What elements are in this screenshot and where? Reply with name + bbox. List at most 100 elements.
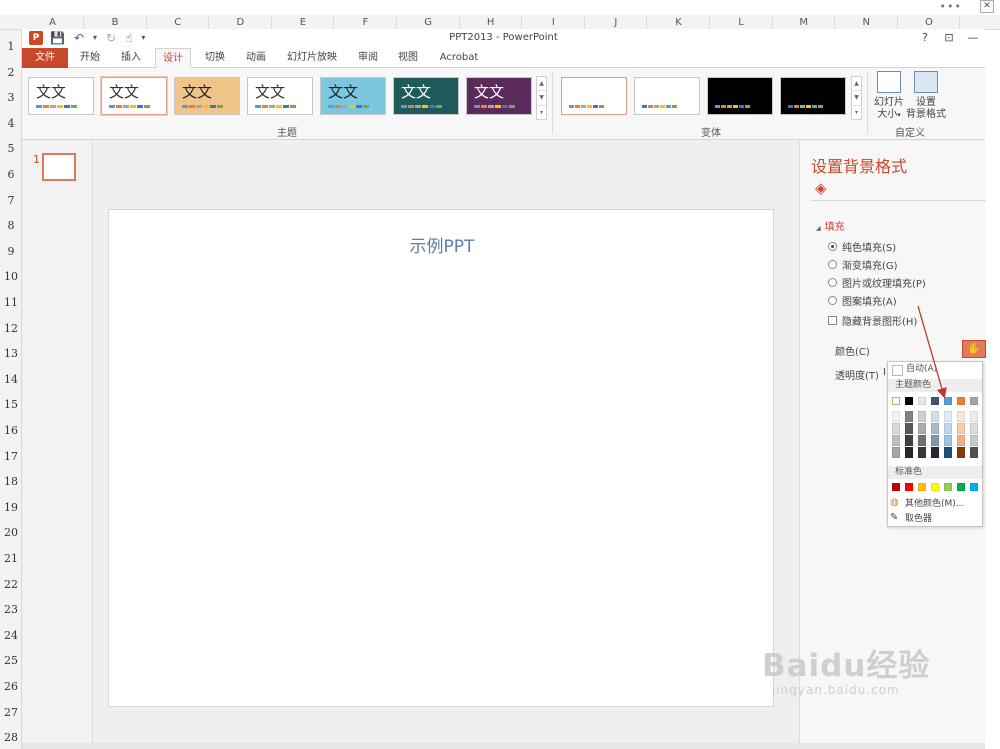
tab-design[interactable]: 设计 <box>155 48 191 69</box>
row-header[interactable]: 10 <box>0 270 22 283</box>
tab-file[interactable]: 文件 <box>22 48 68 68</box>
variant-thumbnail[interactable] <box>707 77 773 115</box>
theme-color-swatch[interactable] <box>905 397 913 405</box>
row-header[interactable]: 3 <box>0 91 22 104</box>
row-header[interactable]: 6 <box>0 168 22 181</box>
tab-home[interactable]: 开始 <box>74 48 106 68</box>
pattern-fill-option[interactable]: 图案填充(A) <box>828 293 897 308</box>
shade-swatch[interactable] <box>970 447 978 458</box>
color-picker-button[interactable]: ✋ <box>962 340 986 358</box>
fill-section-header[interactable]: ◢ 填充 <box>816 218 845 233</box>
standard-color-swatch[interactable] <box>918 483 926 491</box>
tab-slideshow[interactable]: 幻灯片放映 <box>281 48 343 68</box>
fill-bucket-icon[interactable]: ◈ <box>815 179 827 197</box>
row-header[interactable]: 7 <box>0 194 22 207</box>
shade-swatch[interactable] <box>931 411 939 422</box>
shade-swatch[interactable] <box>905 423 913 434</box>
theme-thumbnail[interactable]: 文文 <box>247 77 313 115</box>
shade-swatch[interactable] <box>957 411 965 422</box>
ribbon-display-options-icon[interactable]: ⊡ <box>937 30 961 46</box>
radio-gradient-fill[interactable] <box>828 260 837 269</box>
column-header[interactable]: L <box>711 16 773 30</box>
tab-acrobat[interactable]: Acrobat <box>434 48 484 68</box>
shade-swatch[interactable] <box>944 411 952 422</box>
column-header[interactable]: E <box>272 16 335 30</box>
hide-background-option[interactable]: 隐藏背景图形(H) <box>828 313 917 328</box>
help-icon[interactable]: ? <box>913 30 937 46</box>
theme-color-swatch[interactable] <box>957 397 965 405</box>
shade-swatch[interactable] <box>918 411 926 422</box>
solid-fill-option[interactable]: 纯色填充(S) <box>828 239 896 254</box>
eyedropper-option[interactable]: ✎ 取色器 <box>890 511 932 524</box>
more-menu-icon[interactable]: ••• <box>940 0 962 13</box>
theme-color-swatch[interactable] <box>931 397 939 405</box>
column-header[interactable]: D <box>210 16 272 30</box>
shade-swatch[interactable] <box>970 435 978 446</box>
theme-color-swatch[interactable] <box>970 397 978 405</box>
shade-swatch[interactable] <box>931 447 939 458</box>
row-header[interactable]: 17 <box>0 450 22 463</box>
shade-swatch[interactable] <box>918 423 926 434</box>
gallery-more-icon[interactable]: ▾ <box>852 106 861 119</box>
theme-color-swatch[interactable] <box>918 397 926 405</box>
tab-animations[interactable]: 动画 <box>240 48 272 68</box>
shade-swatch[interactable] <box>905 447 913 458</box>
slide-thumbnail[interactable] <box>42 153 76 181</box>
shade-swatch[interactable] <box>970 423 978 434</box>
theme-thumbnail[interactable]: 文文 <box>28 77 94 115</box>
theme-thumbnail[interactable]: 文文 <box>174 77 240 115</box>
tab-transitions[interactable]: 切换 <box>199 48 231 68</box>
row-header[interactable]: 4 <box>0 117 22 130</box>
column-header[interactable]: B <box>85 16 147 30</box>
shade-swatch[interactable] <box>905 411 913 422</box>
column-header[interactable]: C <box>147 16 210 30</box>
row-header[interactable]: 19 <box>0 501 22 514</box>
shade-swatch[interactable] <box>892 411 900 422</box>
column-header[interactable]: O <box>898 16 961 30</box>
row-header[interactable]: 15 <box>0 398 22 411</box>
row-header[interactable]: 13 <box>0 347 22 360</box>
radio-picture-fill[interactable] <box>828 278 837 287</box>
variant-thumbnail[interactable] <box>561 77 627 115</box>
automatic-color-option[interactable]: 自动(A) <box>888 363 982 377</box>
picture-fill-option[interactable]: 图片或纹理填充(P) <box>828 275 926 290</box>
variant-thumbnail[interactable] <box>780 77 846 115</box>
shade-swatch[interactable] <box>970 411 978 422</box>
shade-swatch[interactable] <box>905 435 913 446</box>
theme-color-swatch[interactable] <box>892 397 900 405</box>
hide-background-checkbox[interactable] <box>828 316 837 325</box>
shade-swatch[interactable] <box>918 435 926 446</box>
shade-swatch[interactable] <box>957 423 965 434</box>
theme-thumbnail[interactable]: 文文 <box>393 77 459 115</box>
column-header[interactable]: F <box>335 16 397 30</box>
slide-canvas[interactable]: 示例PPT <box>108 209 774 707</box>
standard-color-swatch[interactable] <box>957 483 965 491</box>
row-header[interactable]: 25 <box>0 654 22 667</box>
transparency-slider[interactable]: I <box>883 367 886 378</box>
shade-swatch[interactable] <box>944 447 952 458</box>
more-colors-option[interactable]: ◍ 其他颜色(M)... <box>890 496 964 509</box>
standard-color-swatch[interactable] <box>944 483 952 491</box>
column-header[interactable]: A <box>22 16 84 30</box>
scroll-down-icon[interactable]: ▼ <box>852 91 861 106</box>
shade-swatch[interactable] <box>892 447 900 458</box>
row-header[interactable]: 18 <box>0 475 22 488</box>
standard-color-swatch[interactable] <box>931 483 939 491</box>
row-header[interactable]: 8 <box>0 219 22 232</box>
theme-thumbnail[interactable]: 文文 <box>320 77 386 115</box>
radio-pattern-fill[interactable] <box>828 296 837 305</box>
tab-review[interactable]: 审阅 <box>352 48 384 68</box>
sheet-close-button[interactable]: ✕ <box>980 0 994 13</box>
shade-swatch[interactable] <box>944 435 952 446</box>
standard-color-swatch[interactable] <box>905 483 913 491</box>
standard-color-swatch[interactable] <box>970 483 978 491</box>
gradient-fill-option[interactable]: 渐变填充(G) <box>828 257 898 272</box>
row-header[interactable]: 5 <box>0 142 22 155</box>
row-header[interactable]: 1 <box>0 40 22 53</box>
column-header[interactable]: I <box>523 16 585 30</box>
row-header[interactable]: 12 <box>0 322 22 335</box>
row-header[interactable]: 22 <box>0 578 22 591</box>
shade-swatch[interactable] <box>957 447 965 458</box>
theme-color-swatch[interactable] <box>944 397 952 405</box>
column-header[interactable]: K <box>648 16 710 30</box>
